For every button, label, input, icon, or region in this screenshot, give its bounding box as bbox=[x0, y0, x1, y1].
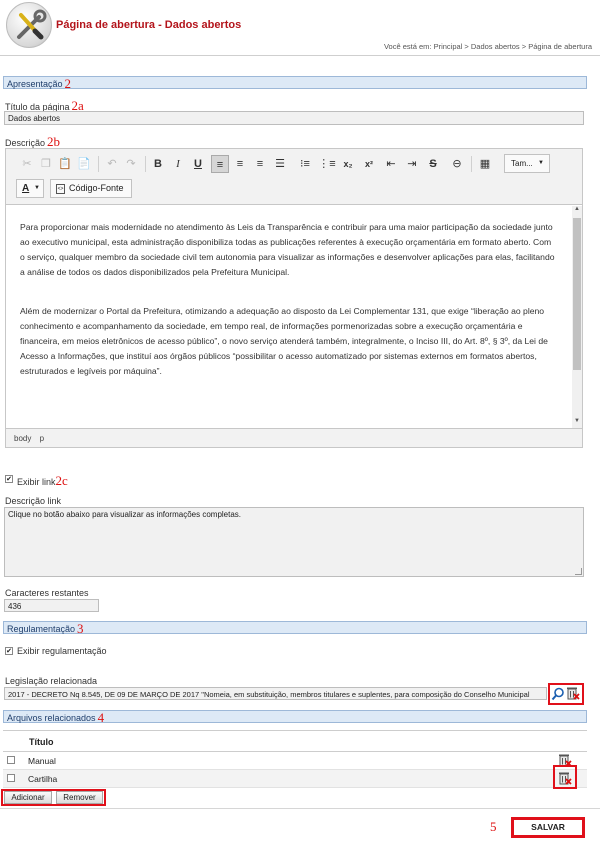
align-right-icon[interactable]: ≡ bbox=[251, 155, 269, 173]
editor-content[interactable]: Para proporcionar mais modernidade no at… bbox=[6, 206, 572, 428]
add-file-button[interactable]: Adicionar bbox=[4, 791, 52, 804]
source-code-button[interactable]: <> Código-Fonte bbox=[50, 179, 132, 198]
cut-icon[interactable]: ✂ bbox=[18, 155, 36, 173]
align-center-icon[interactable]: ≡ bbox=[231, 155, 249, 173]
section-regulamentacao-label: Regulamentação bbox=[7, 624, 76, 634]
font-size-label: Tam... bbox=[511, 159, 533, 168]
indent-icon[interactable]: ⇥ bbox=[403, 155, 421, 173]
annotation-5: 5 bbox=[490, 819, 497, 834]
scroll-up-icon[interactable]: ▲ bbox=[572, 206, 582, 216]
strikethrough-icon[interactable]: S bbox=[424, 155, 442, 173]
section-arquivos: Arquivos relacionados 4 bbox=[3, 710, 587, 725]
exibir-regulamentacao-checkbox[interactable]: ✔ bbox=[5, 647, 13, 655]
subscript-icon[interactable]: x₂ bbox=[339, 155, 357, 173]
section-apresentacao: Apresentação 2 bbox=[3, 76, 587, 91]
editor-scrollbar[interactable]: ▲ ▼ bbox=[572, 206, 582, 428]
outdent-icon[interactable]: ⇤ bbox=[382, 155, 400, 173]
page-header: Página de abertura - Dados abertos Você … bbox=[0, 0, 600, 56]
paste-icon[interactable]: 📋 bbox=[56, 155, 74, 173]
exibir-link-checkbox[interactable]: ✔ bbox=[5, 475, 13, 483]
annotation-2: 2 bbox=[64, 76, 72, 91]
editor-toolbar: ✂ ❐ 📋 📄 ↶ ↷ B I U ≡ ≡ ≡ ☰ ⁝≡ ⋮≡ x₂ x² ⇤ … bbox=[6, 149, 582, 205]
superscript-icon[interactable]: x² bbox=[360, 155, 378, 173]
editor-paragraph: Para proporcionar mais modernidade no at… bbox=[20, 222, 555, 277]
exibir-link-text: Exibir link bbox=[17, 477, 56, 487]
remove-file-button[interactable]: Remover bbox=[56, 791, 103, 804]
annotation-3: 3 bbox=[77, 621, 84, 636]
italic-icon[interactable]: I bbox=[169, 155, 187, 173]
section-apresentacao-label: Apresentação bbox=[7, 79, 63, 89]
descricao-link-value: Clique no botão abaixo para visualizar a… bbox=[8, 510, 242, 519]
tools-icon bbox=[6, 2, 52, 48]
editor-paragraph: Além de modernizar o Portal da Prefeitur… bbox=[20, 306, 548, 376]
bullet-list-icon[interactable]: ⁝≡ bbox=[296, 155, 314, 173]
legislacao-label: Legislação relacionada bbox=[5, 676, 98, 686]
table-header: Título bbox=[3, 730, 587, 752]
row-checkbox[interactable] bbox=[7, 756, 15, 764]
annotation-4: 4 bbox=[97, 710, 105, 725]
page-title: Página de abertura - Dados abertos bbox=[56, 19, 242, 31]
descricao-link-label: Descrição link bbox=[5, 496, 62, 506]
annotation-2b: 2b bbox=[47, 134, 61, 149]
scroll-down-icon[interactable]: ▼ bbox=[572, 418, 582, 428]
save-button[interactable]: SALVAR bbox=[511, 817, 585, 838]
divider bbox=[0, 808, 600, 809]
resize-handle-icon[interactable] bbox=[575, 568, 582, 575]
titulo-input[interactable]: Dados abertos bbox=[4, 111, 584, 125]
search-icon[interactable] bbox=[551, 687, 565, 701]
section-regulamentacao: Regulamentação 3 bbox=[3, 621, 587, 636]
row-title: Cartilha bbox=[28, 774, 58, 784]
copy-icon[interactable]: ❐ bbox=[37, 155, 55, 173]
text-color-icon: A bbox=[22, 183, 30, 194]
row-checkbox[interactable] bbox=[7, 774, 15, 782]
table-row[interactable]: Cartilha bbox=[3, 770, 587, 788]
column-titulo: Título bbox=[29, 737, 54, 747]
numbered-list-icon[interactable]: ⋮≡ bbox=[318, 155, 336, 173]
delete-icon[interactable] bbox=[566, 686, 580, 700]
row-title: Manual bbox=[28, 756, 56, 766]
descricao-label-text: Descrição bbox=[5, 138, 46, 148]
annotation-2c: 2c bbox=[55, 473, 68, 488]
bold-icon[interactable]: B bbox=[149, 155, 167, 173]
section-arquivos-label: Arquivos relacionados bbox=[7, 713, 96, 723]
legislacao-input[interactable]: 2017 - DECRETO Nq 8.545, DE 09 DE MARÇO … bbox=[4, 687, 547, 700]
highlight-box bbox=[553, 765, 577, 789]
exibir-link-label: Exibir link2c bbox=[17, 473, 68, 489]
paste-text-icon[interactable]: 📄 bbox=[75, 155, 93, 173]
chevron-down-icon: ▼ bbox=[34, 185, 40, 191]
caracteres-restantes-field: 436 bbox=[4, 599, 99, 612]
descricao-link-textarea[interactable]: Clique no botão abaixo para visualizar a… bbox=[4, 507, 584, 577]
breadcrumb: Você está em: Principal > Dados abertos … bbox=[383, 42, 592, 51]
text-color-dropdown[interactable]: A ▼ bbox=[16, 179, 44, 198]
caracteres-restantes-label: Caracteres restantes bbox=[5, 588, 89, 598]
source-code-label: Código-Fonte bbox=[69, 183, 124, 193]
scrollbar-thumb[interactable] bbox=[573, 218, 581, 370]
redo-icon[interactable]: ↷ bbox=[122, 155, 140, 173]
font-size-dropdown[interactable]: Tam... ▼ bbox=[504, 154, 550, 173]
source-code-icon: <> bbox=[56, 184, 65, 194]
editor-statusbar: body p bbox=[6, 428, 582, 447]
exibir-regulamentacao-label: Exibir regulamentação bbox=[17, 646, 107, 656]
chevron-down-icon: ▼ bbox=[538, 160, 544, 166]
align-left-icon[interactable]: ≡ bbox=[211, 155, 229, 173]
table-row[interactable]: Manual bbox=[3, 752, 587, 770]
rich-text-editor[interactable]: ✂ ❐ 📋 📄 ↶ ↷ B I U ≡ ≡ ≡ ☰ ⁝≡ ⋮≡ x₂ x² ⇤ … bbox=[5, 148, 583, 448]
justify-icon[interactable]: ☰ bbox=[271, 155, 289, 173]
link-icon[interactable]: ⊖ bbox=[448, 155, 466, 173]
undo-icon[interactable]: ↶ bbox=[103, 155, 121, 173]
table-icon[interactable]: ▦ bbox=[476, 155, 494, 173]
underline-icon[interactable]: U bbox=[189, 155, 207, 173]
